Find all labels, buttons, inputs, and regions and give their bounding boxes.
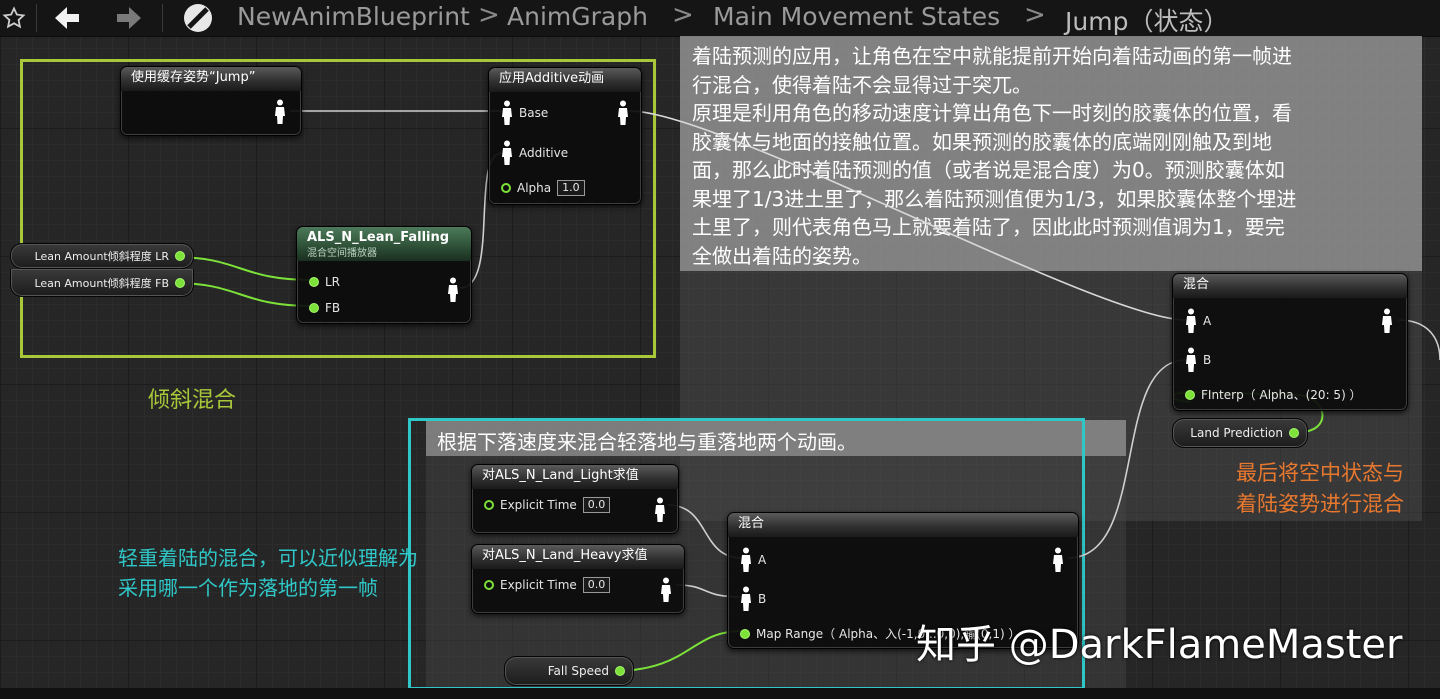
pose-icon[interactable] <box>447 277 459 303</box>
back-arrow-icon[interactable] <box>50 0 84 36</box>
pin-lr[interactable] <box>309 277 319 287</box>
pin-fb[interactable] <box>309 303 319 313</box>
pose-icon[interactable] <box>740 586 752 612</box>
node-title: ALS_N_Lean_Falling 混合空间播放器 <box>297 227 471 261</box>
node-title: 混合 <box>1173 274 1407 298</box>
pin-label-b: B <box>758 592 767 606</box>
forward-arrow-icon[interactable] <box>112 0 146 36</box>
lean-amount-lr-variable[interactable]: Lean Amount倾斜程度 LR <box>10 243 194 269</box>
breadcrumb-anim-blueprint[interactable]: NewAnimBlueprint <box>237 2 470 31</box>
pin-label-base: Base <box>519 106 549 120</box>
variable-label: Fall Speed <box>547 664 609 678</box>
node-title: 混合 <box>728 513 1078 537</box>
node-title: 对ALS_N_Land_Heavy求值 <box>472 545 684 569</box>
pin-alpha[interactable] <box>501 183 511 193</box>
blend-node-final[interactable]: 混合 A B FInterp（ Alpha、(20: 5) ） <box>1172 273 1408 411</box>
variable-label: Lean Amount倾斜程度 FB <box>34 276 169 290</box>
node-title: 应用Additive动画 <box>489 68 641 92</box>
pin-explicit-time[interactable] <box>484 500 494 510</box>
lean-falling-blendspace-node[interactable]: ALS_N_Lean_Falling 混合空间播放器 LR FB <box>296 226 472 324</box>
land-light-evaluator-node[interactable]: 对ALS_N_Land_Light求值 Explicit Time 0.0 <box>471 464 679 534</box>
apply-additive-node[interactable]: 应用Additive动画 Base Additive Alpha 1.0 <box>488 67 642 205</box>
pose-icon[interactable] <box>660 577 672 603</box>
land-heavy-evaluator-node[interactable]: 对ALS_N_Land_Heavy求值 Explicit Time 0.0 <box>471 544 685 614</box>
pin-label-explicit-time: Explicit Time <box>500 498 577 512</box>
cached-pose-node[interactable]: 使用缓存姿势“Jump” <box>120 66 302 136</box>
pose-icon[interactable] <box>1381 308 1393 334</box>
chevron-right-icon: > <box>672 0 694 30</box>
output-pin[interactable] <box>615 666 625 676</box>
blueprint-icon <box>180 0 216 36</box>
pose-icon[interactable] <box>617 100 629 126</box>
fall-speed-variable[interactable]: Fall Speed <box>504 656 634 686</box>
lean-amount-fb-variable[interactable]: Lean Amount倾斜程度 FB <box>10 269 194 297</box>
pose-icon[interactable] <box>1185 347 1197 373</box>
lean-blend-label: 倾斜混合 <box>148 388 237 413</box>
pose-icon[interactable] <box>501 100 513 126</box>
breadcrumb-animgraph[interactable]: AnimGraph <box>507 2 648 31</box>
pin-label-explicit-time: Explicit Time <box>500 578 577 592</box>
pin-label-alpha: FInterp（ Alpha、(20: 5) ） <box>1201 388 1362 402</box>
pin-label-a: A <box>1203 314 1212 328</box>
watermark: 知乎 @DarkFlameMaster <box>916 622 1403 668</box>
pin-alpha[interactable] <box>740 628 750 639</box>
star-icon[interactable] <box>0 0 28 36</box>
pose-icon[interactable] <box>654 497 666 523</box>
pin-explicit-time[interactable] <box>484 580 494 590</box>
variable-label: Lean Amount倾斜程度 LR <box>34 250 169 263</box>
chevron-right-icon: > <box>1024 0 1046 30</box>
pin-label-alpha: Alpha <box>517 181 552 195</box>
pin-label-b: B <box>1203 353 1212 367</box>
status-bar <box>0 688 1440 699</box>
breadcrumb-main-movement-states[interactable]: Main Movement States <box>713 2 1000 31</box>
pose-icon[interactable] <box>501 140 513 166</box>
final-blend-note: 最后将空中状态与 着陆姿势进行混合 <box>1236 461 1404 516</box>
node-title: 对ALS_N_Land_Light求值 <box>472 465 678 489</box>
toolbar: NewAnimBlueprint > AnimGraph > Main Move… <box>0 0 1440 37</box>
output-pin[interactable] <box>1289 428 1299 438</box>
pin-label-fb: FB <box>325 301 341 315</box>
output-pin[interactable] <box>175 251 185 261</box>
breadcrumb-jump-state[interactable]: Jump（状态） <box>1065 2 1228 38</box>
variable-label: Land Prediction <box>1190 426 1283 440</box>
pose-icon[interactable] <box>274 99 286 125</box>
pin-alpha[interactable] <box>1185 389 1195 400</box>
chevron-right-icon: > <box>478 0 500 30</box>
explicit-time-field[interactable]: 0.0 <box>582 577 611 593</box>
pin-label-lr: LR <box>325 275 341 289</box>
land-blend-note: 轻重着陆的混合，可以近似理解为 采用哪一个作为落地的第一帧 <box>118 546 418 600</box>
output-pin[interactable] <box>175 277 185 288</box>
pose-icon[interactable] <box>1052 547 1064 573</box>
node-title: 使用缓存姿势“Jump” <box>121 67 301 91</box>
land-prediction-variable[interactable]: Land Prediction <box>1172 418 1308 448</box>
comment-text-land-prediction: 着陆预测的应用，让角色在空中就能提前开始向着陆动画的第一帧进 行混合，使得着陆不… <box>692 44 1297 268</box>
alpha-value-field[interactable]: 1.0 <box>557 180 585 196</box>
pin-label-a: A <box>758 553 767 567</box>
pose-icon[interactable] <box>1185 308 1197 334</box>
pose-icon[interactable] <box>740 547 752 573</box>
pin-label-additive: Additive <box>519 146 569 160</box>
explicit-time-field[interactable]: 0.0 <box>582 497 611 513</box>
